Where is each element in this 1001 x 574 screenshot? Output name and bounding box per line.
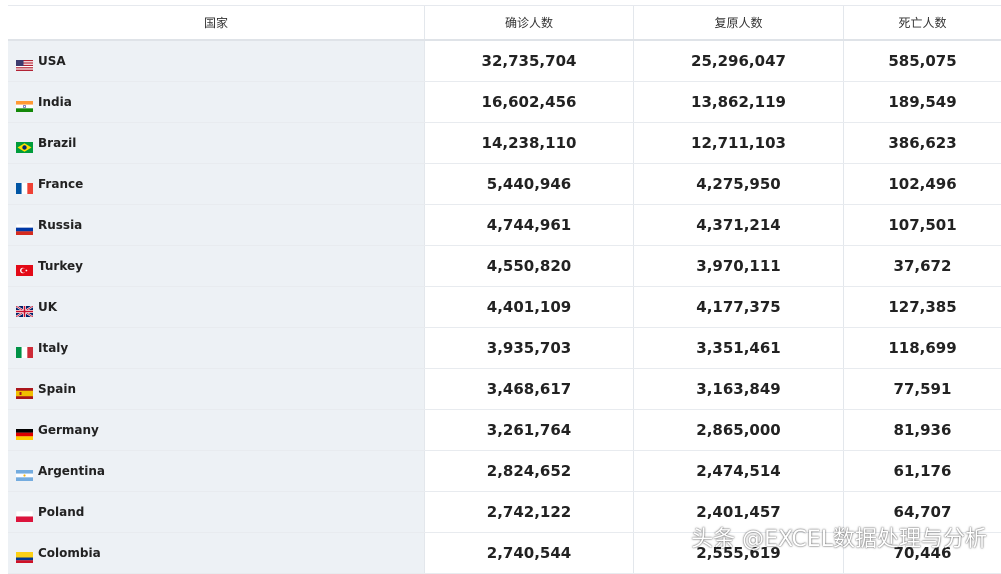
confirmed-cell: 4,550,820 [425, 246, 634, 286]
country-name: Colombia [38, 546, 101, 560]
table-row: Brazil 14,238,110 12,711,103 386,623 [8, 123, 1001, 164]
country-name: France [38, 177, 84, 191]
country-cell: Turkey [8, 246, 425, 286]
confirmed-cell: 4,401,109 [425, 287, 634, 327]
country-name: Spain [38, 382, 76, 396]
confirmed-cell: 16,602,456 [425, 82, 634, 122]
country-cell: UK [8, 287, 425, 327]
country-name: Germany [38, 423, 99, 437]
spain-flag-icon [16, 384, 33, 399]
confirmed-cell: 2,742,122 [425, 492, 634, 532]
country-cell: Argentina [8, 451, 425, 491]
covid-table: 国家 确诊人数 复原人数 死亡人数 USA 32,735,704 25,296,04… [8, 5, 1001, 574]
deaths-cell: 386,623 [888, 134, 957, 152]
germany-flag-icon [16, 425, 33, 440]
country-name: Italy [38, 341, 69, 355]
recovered-cell: 25,296,047 [634, 41, 844, 81]
country-cell: Colombia [8, 533, 425, 573]
country-cell: Italy [8, 328, 425, 368]
country-cell: Spain [8, 369, 425, 409]
france-flag-icon [16, 179, 33, 194]
header-recovered: 复原人数 [634, 6, 844, 39]
deaths-cell: 81,936 [893, 421, 952, 439]
confirmed-cell: 32,735,704 [425, 41, 634, 81]
country-name: Argentina [38, 464, 105, 478]
header-deaths: 死亡人数 [844, 6, 1001, 39]
poland-flag-icon [15, 507, 34, 522]
table-row: France 5,440,946 4,275,950 102,496 [8, 164, 1001, 205]
table-row: Germany 3,261,764 2,865,000 81,936 [8, 410, 1001, 451]
country-name: Russia [38, 218, 83, 232]
deaths-cell: 77,591 [893, 380, 952, 398]
recovered-cell: 3,970,111 [634, 246, 844, 286]
country-cell: Poland [8, 492, 425, 532]
deaths-cell: 127,385 [888, 298, 957, 316]
table-row: Italy 3,935,703 3,351,461 118,699 [8, 328, 1001, 369]
confirmed-cell: 3,468,617 [425, 369, 634, 409]
colombia-flag-icon [16, 548, 33, 563]
confirmed-cell: 4,744,961 [425, 205, 634, 245]
uk-flag-icon [15, 302, 34, 318]
recovered-cell: 13,862,119 [634, 82, 844, 122]
confirmed-cell: 2,740,544 [425, 533, 634, 573]
turkey-flag-icon [16, 261, 33, 276]
recovered-cell: 4,177,375 [634, 287, 844, 327]
recovered-cell: 2,474,514 [634, 451, 844, 491]
russia-flag-icon [15, 220, 34, 235]
watermark: 头条 @EXCEL数据处理与分析 [691, 527, 987, 552]
country-name: India [38, 95, 72, 109]
argentina-flag-icon [16, 466, 33, 481]
country-cell: India [8, 82, 425, 122]
recovered-cell: 4,275,950 [634, 164, 844, 204]
deaths-cell: 61,176 [893, 462, 952, 480]
table-row: Russia 4,744,961 4,371,214 107,501 [8, 205, 1001, 246]
us-flag-icon [16, 56, 33, 71]
country-name: UK [38, 300, 58, 314]
deaths-cell: 118,699 [888, 339, 957, 357]
brazil-flag-icon [16, 138, 33, 153]
recovered-cell: 3,351,461 [634, 328, 844, 368]
recovered-cell: 12,711,103 [634, 123, 844, 163]
recovered-cell: 2,865,000 [634, 410, 844, 450]
header-country: 国家 [8, 6, 425, 39]
table-row: Turkey 4,550,820 3,970,111 37,672 [8, 246, 1001, 287]
country-cell: France [8, 164, 425, 204]
deaths-cell: 189,549 [888, 93, 957, 111]
confirmed-cell: 2,824,652 [425, 451, 634, 491]
table-row: USA 32,735,704 25,296,047 585,075 [8, 41, 1001, 82]
country-cell: Russia [8, 205, 425, 245]
deaths-cell: 37,672 [893, 257, 952, 275]
country-name: Poland [38, 505, 85, 519]
confirmed-cell: 14,238,110 [425, 123, 634, 163]
table-row: Spain 3,468,617 3,163,849 77,591 [8, 369, 1001, 410]
country-name: Turkey [38, 259, 83, 273]
country-cell: USA [8, 41, 425, 81]
table-header: 国家 确诊人数 复原人数 死亡人数 [8, 6, 1001, 41]
recovered-cell: 3,163,849 [634, 369, 844, 409]
confirmed-cell: 5,440,946 [425, 164, 634, 204]
italy-flag-icon [16, 343, 33, 358]
table-row: Argentina 2,824,652 2,474,514 61,176 [8, 451, 1001, 492]
table-row: India 16,602,456 13,862,119 189,549 [8, 82, 1001, 123]
deaths-cell: 102,496 [888, 175, 957, 193]
deaths-cell: 107,501 [888, 216, 957, 234]
table-row: UK 4,401,109 4,177,375 127,385 [8, 287, 1001, 328]
country-name: Brazil [38, 136, 77, 150]
country-name: USA [38, 54, 66, 68]
deaths-cell: 585,075 [888, 52, 957, 70]
recovered-cell: 4,371,214 [634, 205, 844, 245]
confirmed-cell: 3,261,764 [425, 410, 634, 450]
confirmed-cell: 3,935,703 [425, 328, 634, 368]
country-cell: Brazil [8, 123, 425, 163]
country-cell: Germany [8, 410, 425, 450]
india-flag-icon [16, 97, 33, 112]
header-confirmed: 确诊人数 [425, 6, 634, 39]
